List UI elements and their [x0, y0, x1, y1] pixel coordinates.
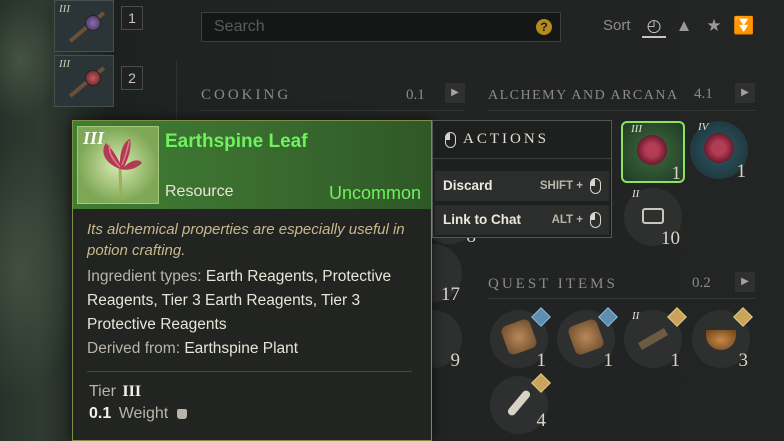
item-quantity: 1: [603, 350, 614, 371]
quest-section-title: QUEST ITEMS: [488, 276, 618, 292]
derived-from: Derived from: Earthspine Plant: [87, 337, 417, 361]
link-to-chat-label: Link to Chat: [443, 212, 521, 227]
item-slot-alchemy-2[interactable]: IV 1: [690, 121, 748, 182]
gem-icon: [85, 15, 101, 31]
weight-value: 0.1: [89, 405, 112, 422]
star-icon: ★: [706, 16, 722, 35]
cooking-weight: 0.1: [406, 87, 425, 103]
sort-by-weight-button[interactable]: ▲: [672, 14, 696, 38]
item-quantity: 9: [450, 350, 461, 371]
weapon-tier-label: III: [59, 58, 70, 70]
search-bar: ?: [201, 12, 561, 42]
mouse-left-icon: [445, 132, 456, 148]
tooltip-header: III Earthspine Leaf Resource Uncommon: [73, 121, 431, 209]
alchemy-weight: 4.1: [694, 86, 713, 102]
quest-item-4[interactable]: 3: [692, 307, 753, 371]
tier-value: III: [122, 383, 142, 400]
weight-icon: ▲: [675, 16, 693, 35]
earthspine-leaf-icon: III: [77, 126, 159, 204]
item-tooltip: III Earthspine Leaf Resource Uncommon It…: [72, 120, 432, 441]
alchemy-section-title: ALCHEMY AND ARCANA: [488, 88, 679, 103]
weapon-tier-label: III: [59, 3, 70, 15]
clock-icon: ◴: [646, 16, 662, 35]
alchemy-collapse-button[interactable]: ▶: [735, 83, 755, 103]
mortar-icon: [642, 208, 664, 224]
scroll-icon: [566, 317, 606, 357]
sort-by-rarity-button[interactable]: ★: [702, 14, 726, 38]
cooking-section-title: COOKING: [201, 87, 292, 103]
item-rarity: Uncommon: [328, 183, 421, 203]
weight-label: Weight: [118, 405, 169, 422]
item-slot-alchemy-3[interactable]: II 10: [624, 188, 682, 249]
item-quantity: 1: [670, 350, 681, 371]
item-description: Its alchemical properties are especially…: [87, 221, 405, 259]
weapon-hotkey-1: 1: [121, 6, 143, 30]
item-quantity: 1: [671, 163, 682, 184]
item-slot-earthspine-leaf[interactable]: III 1: [621, 121, 685, 184]
mouse-left-icon: [590, 178, 601, 194]
earthspine-leaf-icon: [637, 135, 667, 165]
search-input[interactable]: [202, 13, 522, 41]
item-quantity: 4: [536, 410, 547, 431]
derived-from-value: Earthspine Plant: [184, 340, 299, 357]
tooltip-body: Its alchemical properties are especially…: [87, 219, 417, 361]
tier-label: Tier: [89, 383, 116, 400]
sort-label: Sort: [603, 17, 631, 34]
ingredient-types: Ingredient types: Earth Reagents, Protec…: [87, 265, 417, 337]
weapon-hotkey-2: 2: [121, 66, 143, 90]
item-tier-line: Tier III: [89, 383, 141, 401]
item-quantity: 10: [661, 228, 680, 249]
help-icon[interactable]: ?: [536, 19, 552, 35]
quest-weight: 0.2: [692, 275, 711, 291]
item-tier: II: [632, 188, 640, 200]
item-quantity: 1: [536, 350, 547, 371]
mouse-left-icon: [590, 212, 601, 228]
link-to-chat-keybind: ALT +: [551, 214, 583, 226]
flower-icon: [103, 139, 142, 198]
sort-by-tier-button[interactable]: ⏬: [732, 14, 756, 38]
item-name: Earthspine Leaf: [165, 131, 308, 152]
weight-icon: [176, 409, 187, 419]
discard-action[interactable]: Discard SHIFT +: [435, 171, 609, 201]
discard-label: Discard: [443, 178, 493, 193]
actions-title: ACTIONS: [463, 131, 550, 147]
derived-from-label: Derived from:: [87, 340, 181, 357]
weapon-slot-1[interactable]: III: [54, 0, 114, 52]
bowl-icon: [706, 330, 736, 350]
ingredient-types-label: Ingredient types:: [87, 268, 202, 285]
sort-by-recent-button[interactable]: ◴: [642, 14, 666, 38]
item-tier: III: [631, 123, 642, 135]
actions-header: ACTIONS: [433, 121, 611, 159]
plant-icon: [704, 133, 734, 163]
musket-icon: [638, 328, 668, 350]
quest-collapse-button[interactable]: ▶: [735, 272, 755, 292]
cooking-collapse-button[interactable]: ▶: [445, 83, 465, 103]
item-weight-line: 0.1 Weight: [89, 405, 187, 423]
item-quantity: 1: [736, 161, 747, 182]
discard-keybind: SHIFT +: [539, 180, 583, 192]
gem-icon: [85, 70, 101, 86]
weapon-slot-2[interactable]: III: [54, 55, 114, 107]
item-type: Resource: [165, 183, 234, 200]
tier-icon: ⏬: [733, 16, 755, 35]
actions-panel: ACTIONS Discard SHIFT + Link to Chat ALT…: [432, 120, 612, 238]
bone-icon: [506, 388, 532, 418]
item-tier: II: [632, 310, 640, 322]
quest-item-1[interactable]: 1: [490, 307, 551, 371]
tooltip-divider: [87, 371, 412, 372]
link-to-chat-action[interactable]: Link to Chat ALT +: [435, 205, 609, 235]
quest-item-5[interactable]: 4: [490, 373, 551, 434]
scroll-icon: [499, 317, 539, 357]
quest-item-2[interactable]: 1: [557, 307, 618, 371]
quest-item-3[interactable]: II 1: [624, 307, 687, 371]
item-quantity: 17: [441, 284, 460, 305]
item-tier: IV: [698, 121, 709, 133]
item-quantity: 3: [738, 350, 749, 371]
